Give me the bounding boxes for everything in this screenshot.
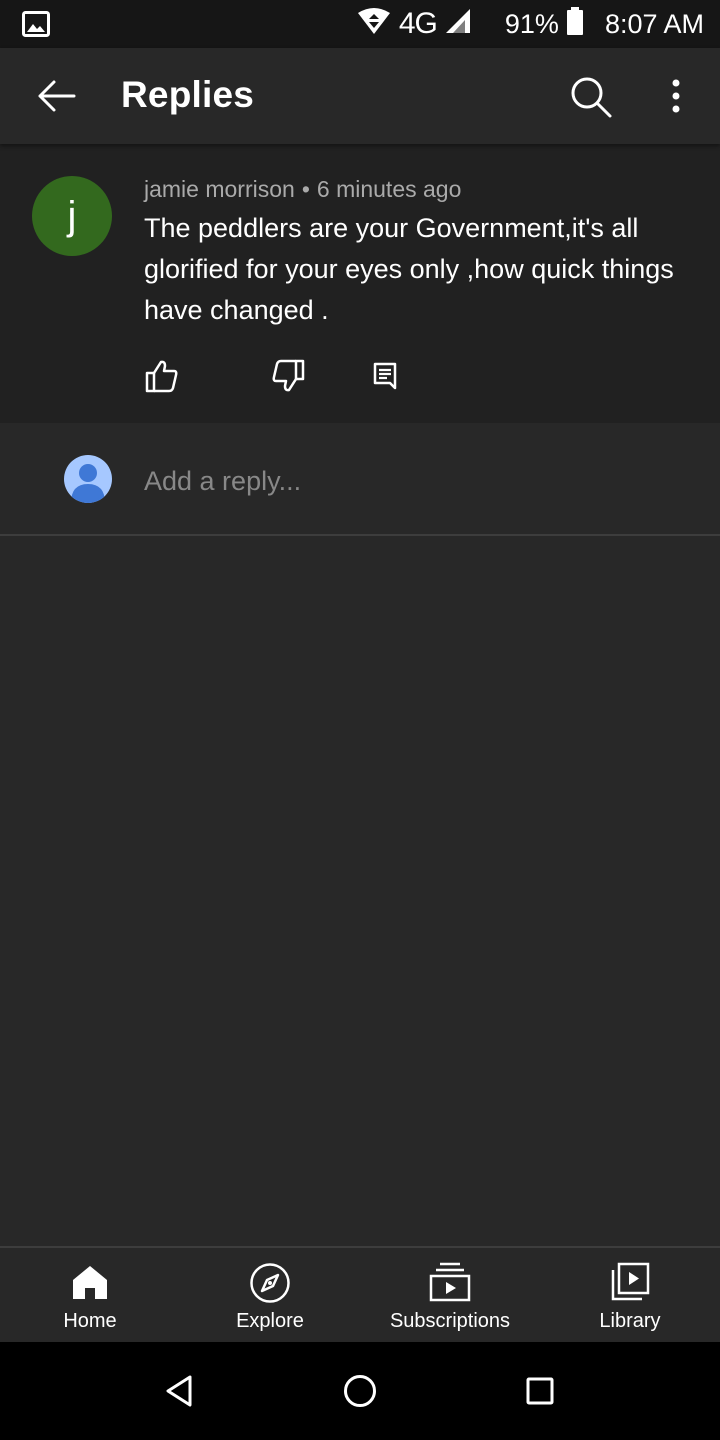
library-icon xyxy=(611,1262,650,1301)
avatar-letter: j xyxy=(67,193,77,238)
thumb-up-icon xyxy=(145,360,178,393)
add-reply-row xyxy=(0,423,720,536)
system-home-button[interactable] xyxy=(342,1373,378,1409)
nav-label-library: Library xyxy=(599,1310,661,1332)
battery-percentage: 91% xyxy=(504,8,559,39)
author-avatar[interactable]: j xyxy=(32,176,112,256)
arrow-back-icon xyxy=(38,80,76,112)
nav-label-explore: Explore xyxy=(236,1310,304,1332)
network-type: 4G xyxy=(398,7,438,40)
circle-home-icon xyxy=(344,1375,376,1407)
clock: 8:07 AM xyxy=(604,8,704,39)
search-button[interactable] xyxy=(568,74,614,120)
reply-button[interactable] xyxy=(368,358,404,394)
user-avatar xyxy=(64,455,112,503)
wifi-icon xyxy=(357,7,391,42)
system-back-button[interactable] xyxy=(162,1373,198,1409)
nav-subscriptions[interactable]: Subscriptions xyxy=(360,1248,540,1344)
like-button[interactable] xyxy=(144,358,180,394)
signal-icon xyxy=(445,8,471,41)
nav-label-subscriptions: Subscriptions xyxy=(389,1310,511,1332)
comment: j jamie morrison • 6 minutes ago The peddl… xyxy=(0,144,720,423)
bottom-navigation: Home Explore Subscriptions Library xyxy=(0,1246,720,1342)
square-recents-icon xyxy=(526,1377,554,1405)
comment-author[interactable]: jamie morrison xyxy=(144,176,295,202)
subscriptions-icon xyxy=(429,1262,471,1302)
meta-separator: • xyxy=(301,176,310,202)
comment-text: The peddlers are your Government,it's al… xyxy=(144,213,674,325)
reply-comment-icon xyxy=(373,362,397,390)
search-icon xyxy=(571,77,612,118)
triangle-back-icon xyxy=(166,1375,192,1407)
gallery-notification-icon xyxy=(22,11,50,42)
status-bar: 4G 91% 8:07 AM xyxy=(0,0,720,48)
battery-icon xyxy=(566,6,583,42)
system-navigation-bar xyxy=(0,1342,720,1440)
user-avatar-icon xyxy=(71,464,105,503)
nav-label-home: Home xyxy=(63,1310,117,1332)
reply-input[interactable] xyxy=(144,459,684,503)
compass-icon xyxy=(250,1263,290,1303)
more-vertical-icon xyxy=(672,79,680,113)
comment-time: 6 minutes ago xyxy=(316,176,462,202)
thumb-down-icon xyxy=(272,359,305,392)
nav-library[interactable]: Library xyxy=(540,1248,720,1344)
status-indicators: 4G 91% 8:07 AM xyxy=(357,0,704,48)
more-options-button[interactable] xyxy=(662,72,690,120)
back-button[interactable] xyxy=(30,72,80,120)
home-icon xyxy=(73,1266,107,1299)
app-bar: Replies xyxy=(0,48,720,144)
page-title: Replies xyxy=(121,74,255,115)
system-recents-button[interactable] xyxy=(522,1373,558,1409)
dislike-button[interactable] xyxy=(270,358,306,394)
comment-meta: jamie morrison • 6 minutes ago xyxy=(144,176,461,203)
nav-explore[interactable]: Explore xyxy=(180,1248,360,1344)
nav-home[interactable]: Home xyxy=(0,1248,180,1344)
